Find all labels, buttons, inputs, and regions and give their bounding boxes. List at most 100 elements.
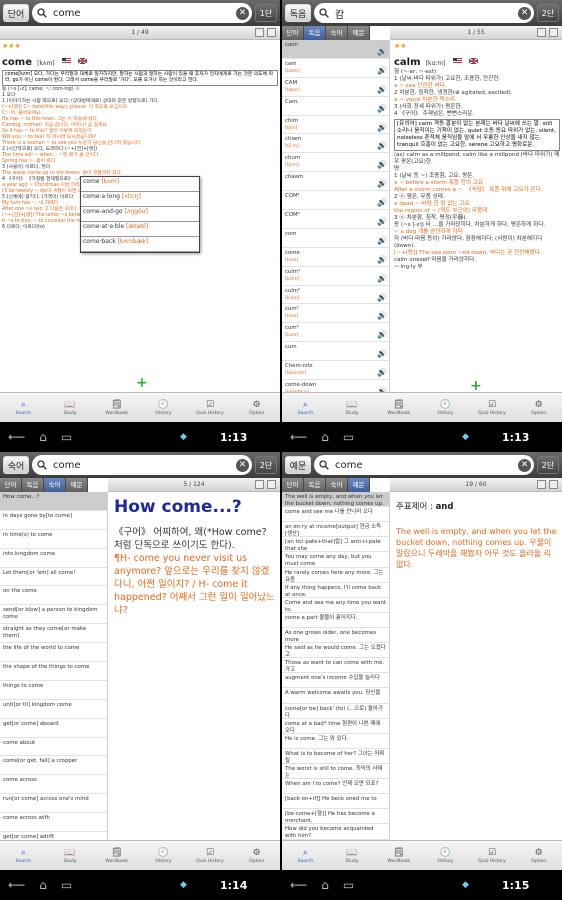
speaker-icon[interactable]: 🔊 — [377, 293, 387, 302]
speaker-icon[interactable]: 🔊 — [377, 85, 387, 94]
level-button[interactable]: 2단 — [537, 4, 559, 22]
suggestion-item[interactable]: come·a·long [ʌlɔːŋ] — [81, 192, 199, 207]
list-item[interactable]: culm¹ [kʌlm] 🔊 — [282, 267, 389, 286]
clear-icon[interactable]: ✕ — [236, 6, 249, 20]
home-icon[interactable]: ⌂ — [39, 878, 47, 892]
home-icon[interactable]: ⌂ — [39, 430, 47, 444]
list-item[interactable]: on the come — [0, 586, 107, 606]
speaker-icon[interactable]: 🔊 — [377, 198, 387, 207]
tab-pron[interactable]: 독음 — [22, 478, 44, 492]
speaker-icon[interactable]: 🔊 — [377, 349, 387, 358]
back-icon[interactable]: ⟵ — [290, 430, 307, 444]
list-item[interactable]: com 🔊 — [282, 229, 389, 248]
list-item[interactable]: [an tici·pate+that]절] 그 anti·ci·pate tha… — [282, 537, 389, 553]
tab-example[interactable]: 예문 — [348, 26, 370, 40]
list-item[interactable]: chim [tʃim] 🔊 — [282, 116, 389, 135]
speaker-icon[interactable]: 🔊 — [377, 274, 387, 283]
list-item[interactable]: COM¹ 🔊 — [282, 191, 389, 211]
level-button[interactable]: 1단 — [255, 4, 277, 22]
nav-quiz-history[interactable]: ☑ Quiz History — [469, 841, 516, 870]
nav-option[interactable]: ⚙ Option — [233, 393, 280, 422]
list-item[interactable]: He rarely comes here any more. 그는 요즘 — [282, 568, 389, 583]
list-item[interactable]: culm² [kʌlm] 🔊 — [282, 286, 389, 305]
suggestion-item[interactable]: come·at·a·ble [ǽtəbl] — [81, 222, 199, 237]
uk-flag-icon[interactable] — [468, 57, 478, 64]
speaker-icon[interactable]: 🔊 — [377, 311, 387, 320]
list-item[interactable]: chaam 🔊 — [282, 172, 389, 192]
list-item[interactable]: Come and see me any time you want to. — [282, 598, 389, 613]
nav-study[interactable]: 📖 Study — [47, 393, 94, 422]
clear-icon[interactable]: ✕ — [236, 458, 249, 472]
tab-idiom[interactable]: 숙어 — [326, 478, 348, 492]
search-input[interactable]: come ✕ — [32, 3, 252, 23]
back-icon[interactable]: ⟵ — [8, 878, 25, 892]
nav-search[interactable]: ⌕ Search — [0, 841, 47, 870]
us-flag-icon[interactable] — [61, 57, 71, 64]
mode-button[interactable]: 숙어 — [3, 456, 29, 474]
nav-wordbook[interactable]: 🗒 Wordbook — [93, 393, 140, 422]
add-wordbook-icon[interactable]: + — [136, 375, 148, 391]
back-icon[interactable]: ⟵ — [290, 878, 307, 892]
speaker-icon[interactable]: 🔊 — [377, 47, 387, 56]
main-entry-word[interactable]: and — [436, 502, 454, 512]
list-item[interactable]: come and see me 나를 만나러 오다 — [282, 507, 389, 523]
nav-study[interactable]: 📖 Study — [329, 841, 376, 870]
nav-study[interactable]: 📖 Study — [47, 841, 94, 870]
list-item[interactable]: into kingdom come — [0, 549, 107, 568]
list-item[interactable]: If any thing happens, I'll come back at … — [282, 583, 389, 598]
list-item[interactable]: things to come — [0, 681, 107, 700]
tab-word[interactable]: 단어 — [282, 478, 304, 492]
list-item[interactable]: the life of the world to come — [0, 643, 107, 663]
list-item[interactable]: in time(s) to come — [0, 530, 107, 549]
list-item[interactable]: How come...? — [0, 492, 107, 511]
speaker-icon[interactable]: 🔊 — [377, 123, 387, 132]
list-item[interactable]: come at a bad* time 형편이 나쁜 때에 오다 — [282, 719, 389, 734]
us-flag-icon[interactable] — [452, 57, 462, 64]
list-item[interactable]: unti[or til] kingdom come — [0, 700, 107, 719]
list-item[interactable]: cam [kæm] 🔊 — [282, 59, 389, 78]
nav-option[interactable]: ⚙ Option — [515, 841, 562, 870]
list-item[interactable]: cum¹ [kʌm] 🔊 — [282, 304, 389, 324]
list-item[interactable]: COM² 🔊 — [282, 210, 389, 229]
list-item[interactable]: [be·come+[형]] He has become a merchant. — [282, 809, 389, 825]
tab-idiom[interactable]: 숙어 — [44, 478, 66, 492]
tab-idiom[interactable]: 숙어 — [326, 26, 348, 40]
suggestion-item[interactable]: come-and-go [ʌŋgóu] — [81, 207, 199, 222]
nav-study[interactable]: 📖 Study — [329, 393, 376, 422]
list-item[interactable]: Let them[or 'em] all come! — [0, 568, 107, 587]
recent-apps-icon[interactable]: ▭ — [61, 878, 72, 892]
nav-wordbook[interactable]: 🗒 Wordbook — [93, 841, 140, 870]
search-input[interactable]: come ✕ — [32, 455, 252, 475]
list-item[interactable]: Chem-nitz [kémnits] 🔊 — [282, 361, 389, 381]
speaker-icon[interactable]: 🔊 — [377, 179, 387, 188]
nav-wordbook[interactable]: 🗒 Wordbook — [375, 393, 422, 422]
tab-example[interactable]: 예문 — [348, 478, 370, 492]
suggestion-item[interactable]: come [kʌm] — [81, 177, 199, 192]
list-item[interactable]: As one grows older, one becomes more — [282, 628, 389, 644]
list-item[interactable]: get[or come] aboard — [0, 719, 107, 738]
list-item[interactable]: How did you become acquainted with him? — [282, 824, 389, 840]
nav-history[interactable]: 🕘 History — [140, 393, 187, 422]
list-item[interactable]: chiam [tʃi:m] 🔊 — [282, 134, 389, 154]
speaker-icon[interactable]: 🔊 — [377, 141, 387, 150]
list-item[interactable]: the shape of the things to come — [0, 662, 107, 681]
speaker-icon[interactable]: 🔊 — [377, 236, 387, 245]
nav-wordbook[interactable]: 🗒 Wordbook — [375, 841, 422, 870]
speaker-icon[interactable]: 🔊 — [377, 330, 387, 339]
tab-word[interactable]: 단어 — [0, 478, 22, 492]
nav-option[interactable]: ⚙ Option — [233, 841, 280, 870]
nav-search[interactable]: ⌕ Search — [282, 393, 329, 422]
nav-search[interactable]: ⌕ Search — [0, 393, 47, 422]
bookmark-icon[interactable] — [537, 480, 546, 489]
list-item[interactable]: Cam. 🔊 — [282, 97, 389, 116]
list-item[interactable]: come [kʌm] 🔊 — [282, 248, 389, 267]
mode-button[interactable]: 독음 — [285, 4, 311, 22]
list-item[interactable]: come[or get, fall] a cropper — [0, 756, 107, 776]
nav-option[interactable]: ⚙ Option — [515, 393, 562, 422]
list-item[interactable]: augment one's income 수입을 늘리다 — [282, 673, 389, 689]
nav-quiz-history[interactable]: ☑ Quiz History — [187, 393, 234, 422]
mode-button[interactable]: 예문 — [285, 456, 311, 474]
speaker-icon[interactable]: 🔊 — [377, 255, 387, 264]
list-item[interactable]: come across with — [0, 813, 107, 833]
list-item[interactable]: cum 🔊 — [282, 342, 389, 362]
